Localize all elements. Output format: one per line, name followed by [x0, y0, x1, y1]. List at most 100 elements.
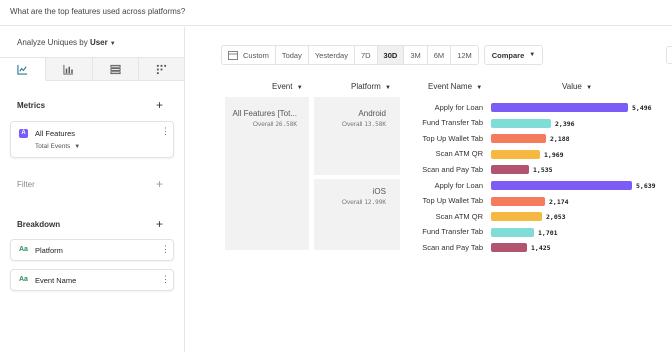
text-property-icon: Aa	[19, 276, 28, 283]
more-options-icon[interactable]: ⋮	[161, 127, 170, 136]
event-name-label: Scan and Pay Tab	[422, 164, 483, 174]
metric-label: All Features	[35, 129, 76, 138]
date-range-selector: Custom Today Yesterday 7D 30D 3M 6M 12M …	[221, 45, 544, 65]
event-name-label: Fund Transfer Tab	[422, 227, 483, 237]
table-icon	[110, 64, 121, 74]
analyze-value: User	[89, 38, 108, 47]
event-label: All Features [Tot...	[232, 109, 297, 118]
value-bar[interactable]	[491, 118, 551, 128]
more-options-icon[interactable]: ⋮	[161, 245, 170, 254]
analyze-prefix: Analyze Uniques by	[17, 38, 88, 47]
add-metric-icon[interactable]: +	[156, 99, 163, 111]
chevron-down-icon: ▼	[109, 41, 116, 47]
event-overall: Overall 26.58K	[227, 121, 297, 128]
chevron-down-icon: ▼	[74, 144, 81, 150]
tab-bar-chart[interactable]	[46, 57, 93, 81]
column-header-value[interactable]: Value ▼	[562, 82, 592, 91]
line-chart-icon	[17, 64, 28, 75]
value-bar[interactable]	[491, 149, 540, 159]
tab-line-chart[interactable]	[0, 57, 47, 81]
column-header-event[interactable]: Event ▼	[272, 82, 303, 91]
platform-label: iOS	[372, 187, 386, 196]
main-panel: Custom Today Yesterday 7D 30D 3M 6M 12M …	[186, 27, 672, 352]
event-name-label: Scan ATM QR	[435, 211, 483, 221]
chart-type-tabs	[0, 57, 185, 81]
value-bar[interactable]	[491, 165, 529, 175]
breakdown-card-event-name[interactable]: Aa Event Name ⋮	[10, 269, 174, 291]
event-name-label: Top Up Wallet Tab	[422, 133, 483, 143]
value-label: 1,425	[531, 244, 551, 253]
text-property-icon: Aa	[19, 246, 28, 253]
breakdown-title: Breakdown	[17, 220, 61, 229]
value-bar[interactable]	[491, 134, 546, 144]
overall-label: Overall	[341, 121, 363, 128]
event-name-label: Apply for Loan	[434, 102, 483, 112]
value-bar[interactable]	[491, 181, 632, 190]
tab-metric-view[interactable]	[138, 57, 185, 81]
chevron-down-icon: ▼	[296, 85, 303, 91]
overall-label: Overall	[341, 199, 363, 206]
compare-label: Compare	[491, 50, 525, 60]
column-header-label: Event	[272, 82, 293, 91]
filter-title: Filter	[17, 180, 35, 189]
analyze-uniques-selector[interactable]: Analyze Uniques by User ▼	[17, 38, 116, 47]
chevron-down-icon: ▼	[476, 85, 483, 91]
breakdown-label: Platform	[35, 246, 63, 255]
date-7d-button[interactable]: 7D	[354, 45, 378, 65]
date-6m-button[interactable]: 6M	[427, 45, 452, 65]
add-filter-icon[interactable]: +	[156, 178, 163, 190]
bar-chart-icon	[63, 64, 74, 75]
metrics-title: Metrics	[17, 101, 46, 110]
column-header-platform[interactable]: Platform ▼	[351, 82, 391, 91]
platform-overall: Overall 12.99K	[316, 199, 386, 206]
value-bar[interactable]	[491, 212, 542, 222]
column-header-label: Event Name	[428, 82, 473, 91]
metric-card[interactable]: A All Features ⋮ Total Events ▼	[10, 121, 174, 158]
date-30d-button[interactable]: 30D	[377, 45, 405, 65]
overall-value: 26.58K	[275, 121, 297, 128]
tab-table-view[interactable]	[92, 57, 139, 81]
event-name-label: Fund Transfer Tab	[422, 118, 483, 128]
platform-label: Android	[358, 109, 386, 118]
value-label: 2,053	[546, 213, 566, 222]
value-label: 1,701	[538, 228, 558, 237]
breakdown-label: Event Name	[35, 276, 77, 285]
report-question[interactable]: What are the top features used across pl…	[10, 7, 185, 16]
add-breakdown-icon[interactable]: +	[156, 218, 163, 230]
date-custom-button[interactable]: Custom	[221, 45, 276, 65]
overall-value: 13.58K	[364, 121, 386, 128]
overall-label: Overall	[252, 121, 274, 128]
calendar-icon	[228, 51, 238, 60]
side-panel-toggle[interactable]	[666, 46, 672, 64]
value-label: 1,535	[533, 166, 553, 175]
date-yesterday-button[interactable]: Yesterday	[308, 45, 355, 65]
value-bar[interactable]	[491, 196, 545, 206]
metric-aggregation-label: Total Events	[35, 143, 71, 150]
metric-aggregation[interactable]: Total Events ▼	[35, 143, 80, 150]
event-name-label: Apply for Loan	[434, 180, 483, 190]
column-header-label: Platform	[351, 82, 381, 91]
compare-button[interactable]: Compare ▼	[483, 45, 544, 65]
value-label: 2,396	[555, 119, 575, 128]
breakdown-card-platform[interactable]: Aa Platform ⋮	[10, 239, 174, 261]
more-options-icon[interactable]: ⋮	[161, 275, 170, 284]
value-label: 2,174	[549, 197, 569, 206]
date-3m-button[interactable]: 3M	[404, 45, 428, 65]
column-header-label: Value	[562, 82, 582, 91]
date-custom-label: Custom	[243, 50, 269, 60]
value-bar[interactable]	[491, 227, 534, 237]
overall-value: 12.99K	[364, 199, 386, 206]
top-bar: What are the top features used across pl…	[0, 0, 672, 26]
chevron-down-icon: ▼	[385, 85, 391, 91]
value-bar[interactable]	[491, 103, 628, 112]
value-label: 5,639	[636, 182, 656, 190]
value-label: 2,188	[550, 135, 570, 144]
value-label: 5,496	[632, 104, 652, 112]
grid-icon	[156, 64, 166, 74]
column-header-event-name[interactable]: Event Name ▼	[428, 82, 482, 91]
value-bar[interactable]	[491, 243, 527, 253]
date-today-button[interactable]: Today	[275, 45, 309, 65]
date-12m-button[interactable]: 12M	[451, 45, 479, 65]
event-cell[interactable]	[225, 97, 309, 250]
event-name-label: Top Up Wallet Tab	[422, 196, 483, 206]
